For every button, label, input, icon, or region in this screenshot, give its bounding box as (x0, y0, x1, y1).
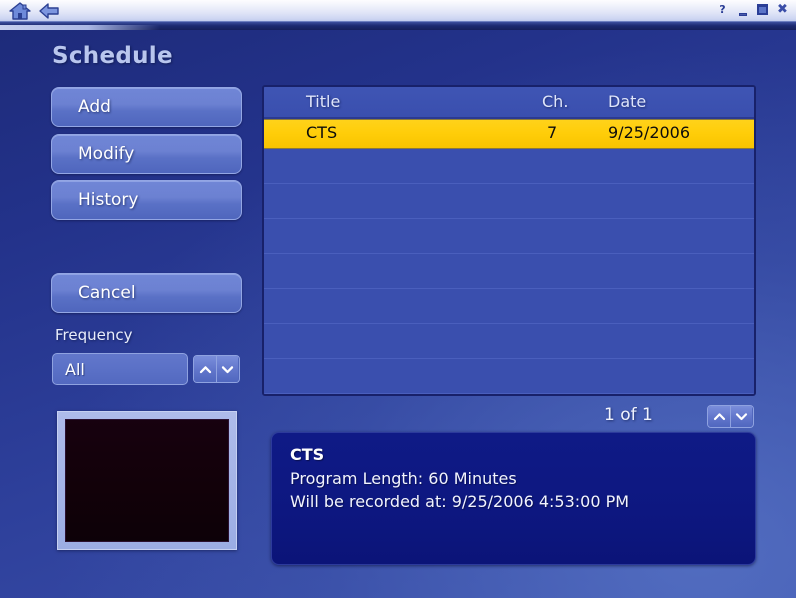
pagination-spinner (707, 405, 754, 428)
table-header-row: Title Ch. Date (264, 87, 754, 119)
home-icon[interactable] (8, 1, 32, 21)
table-row[interactable] (264, 359, 754, 394)
table-row[interactable] (264, 149, 754, 184)
column-header-title[interactable]: Title (306, 92, 340, 111)
table-row[interactable] (264, 219, 754, 254)
history-button-label: History (78, 190, 139, 210)
details-title: CTS (290, 445, 325, 464)
title-bar-highlight (0, 25, 160, 30)
frequency-label: Frequency (55, 326, 133, 344)
frequency-value: All (65, 359, 85, 379)
window-controls: ? ✖ (716, 2, 789, 16)
cell-date: 9/25/2006 (608, 123, 691, 142)
table-row[interactable] (264, 254, 754, 289)
frequency-up-button[interactable] (194, 356, 216, 382)
column-header-date[interactable]: Date (608, 92, 646, 111)
schedule-window: ? ✖ Schedule Add Modify History Cancel F… (0, 0, 796, 598)
page-down-button[interactable] (730, 406, 752, 427)
chevron-up-icon (199, 365, 211, 373)
modify-button[interactable]: Modify (51, 134, 242, 174)
frequency-down-button[interactable] (216, 356, 238, 382)
page-title: Schedule (52, 43, 173, 69)
help-button[interactable]: ? (716, 2, 729, 16)
video-preview-screen (65, 419, 229, 542)
column-header-channel[interactable]: Ch. (542, 92, 568, 111)
chevron-up-icon (713, 413, 725, 421)
video-preview[interactable] (57, 411, 237, 550)
details-record-time: Will be recorded at: 9/25/2006 4:53:00 P… (290, 492, 630, 512)
close-button[interactable]: ✖ (776, 2, 789, 16)
details-panel: CTS Program Length: 60 Minutes Will be r… (271, 432, 756, 565)
table-body: CTS 7 9/25/2006 (264, 119, 754, 394)
schedule-table: Title Ch. Date CTS 7 9/25/2006 (262, 85, 756, 396)
minimize-button[interactable] (736, 2, 749, 16)
chevron-down-icon (735, 413, 748, 421)
title-bar: ? ✖ (0, 0, 796, 22)
back-arrow-icon[interactable] (37, 1, 61, 21)
cell-channel: 7 (547, 123, 558, 142)
title-bar-nav-icons (0, 1, 61, 21)
chevron-down-icon (221, 365, 234, 373)
history-button[interactable]: History (51, 180, 242, 220)
table-row[interactable] (264, 324, 754, 359)
pagination-label: 1 of 1 (604, 405, 653, 425)
cancel-button[interactable]: Cancel (51, 273, 242, 313)
table-row[interactable] (264, 184, 754, 219)
add-button-label: Add (78, 97, 111, 117)
maximize-button[interactable] (756, 2, 769, 16)
details-program-length: Program Length: 60 Minutes (290, 469, 517, 488)
table-row[interactable] (264, 289, 754, 324)
table-row[interactable]: CTS 7 9/25/2006 (264, 119, 754, 149)
add-button[interactable]: Add (51, 87, 242, 127)
modify-button-label: Modify (78, 144, 135, 164)
cell-title: CTS (306, 123, 338, 142)
frequency-select[interactable]: All (52, 353, 188, 385)
frequency-spinner (193, 355, 240, 383)
page-up-button[interactable] (708, 406, 730, 427)
cancel-button-label: Cancel (78, 283, 136, 303)
